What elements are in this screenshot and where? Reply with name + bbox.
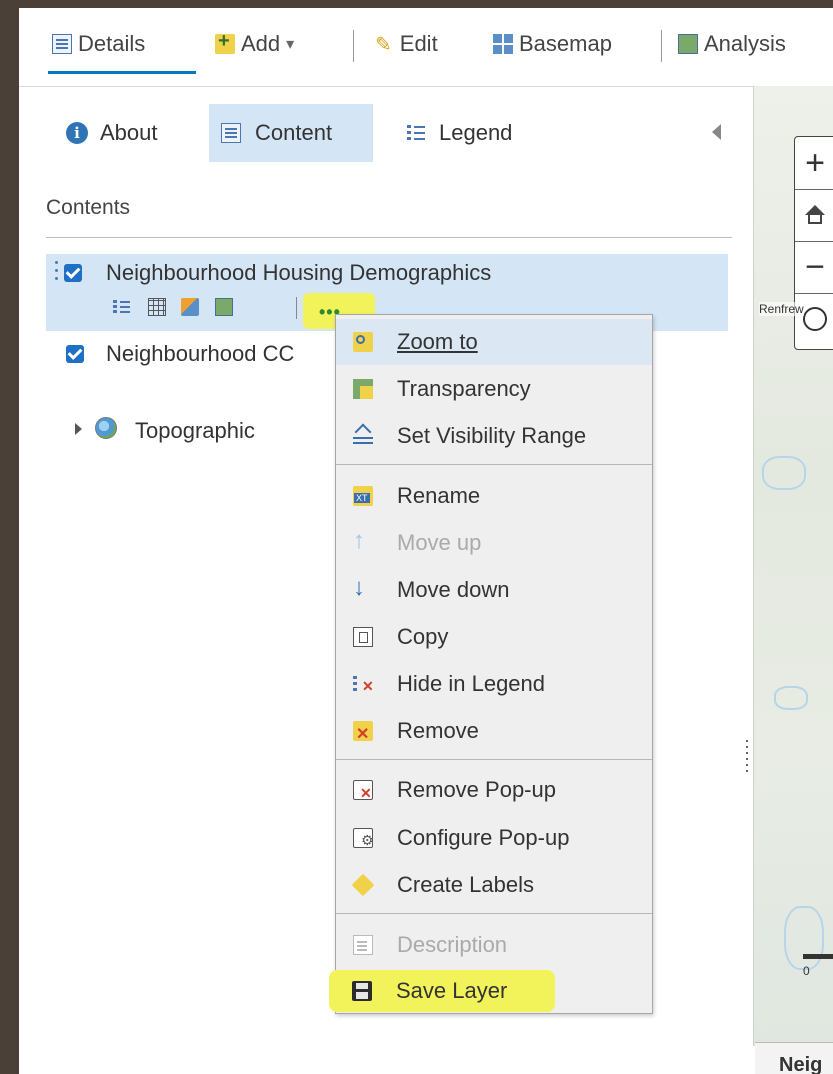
menu-item-visibility-range[interactable]: Set Visibility Range xyxy=(336,413,652,459)
tab-content-label: Content xyxy=(255,120,333,145)
tab-legend-label: Legend xyxy=(439,120,513,145)
add-label: Add xyxy=(241,31,281,56)
details-label: Details xyxy=(78,31,146,56)
zoom-to-icon xyxy=(353,332,373,352)
zoom-out-button[interactable]: − xyxy=(795,241,833,294)
home-button[interactable] xyxy=(795,189,833,242)
map-water xyxy=(784,906,824,970)
zoom-in-button[interactable]: + xyxy=(795,137,833,190)
globe-icon xyxy=(95,417,117,439)
tab-content[interactable]: Content xyxy=(209,104,373,162)
add-icon xyxy=(215,30,235,54)
basemap-name[interactable]: Topographic xyxy=(135,418,255,444)
menu-item-move-up: Move up xyxy=(336,520,652,566)
menu-item-configure-popup[interactable]: Configure Pop-up xyxy=(336,815,652,861)
transparency-icon xyxy=(353,379,373,399)
map-water xyxy=(774,686,808,710)
remove-popup-icon xyxy=(353,780,373,802)
contents-heading: Contents xyxy=(46,196,131,219)
content-icon xyxy=(221,123,241,143)
create-labels-icon xyxy=(351,873,375,897)
menu-item-create-labels[interactable]: Create Labels xyxy=(336,862,652,908)
menu-item-copy[interactable]: Copy xyxy=(336,614,652,660)
scale-bar xyxy=(803,954,833,959)
menu-item-rename[interactable]: Rename xyxy=(336,473,652,519)
move-down-icon xyxy=(353,574,373,602)
tab-legend[interactable]: Legend xyxy=(407,104,512,162)
menu-item-save-layer[interactable]: Save Layer xyxy=(335,968,651,1014)
toolbar-divider xyxy=(661,30,662,62)
tab-about-label: About xyxy=(100,120,158,145)
menu-item-transparency[interactable]: Transparency xyxy=(336,366,652,412)
perform-analysis-icon[interactable] xyxy=(215,298,233,316)
tool-divider xyxy=(296,297,297,319)
menu-item-remove-popup[interactable]: Remove Pop-up xyxy=(336,767,652,813)
locate-button[interactable] xyxy=(795,293,833,345)
change-style-icon[interactable] xyxy=(181,298,199,316)
remove-icon xyxy=(353,721,373,744)
menu-item-hide-in-legend[interactable]: Hide in Legend xyxy=(336,661,652,707)
map-water xyxy=(762,456,806,490)
chevron-down-icon: ▾ xyxy=(286,36,295,53)
attribute-table-title: Neig xyxy=(779,1054,823,1074)
basemap-label: Basemap xyxy=(519,31,612,56)
move-up-icon xyxy=(353,527,373,555)
layer-visibility-checkbox[interactable] xyxy=(64,264,82,282)
basemap-icon xyxy=(493,34,513,54)
menu-item-description: Description xyxy=(336,922,652,968)
menu-item-zoom-to[interactable]: Zoom to xyxy=(336,319,652,365)
panel-tabs: i About Content Legend xyxy=(19,104,739,164)
show-table-icon[interactable] xyxy=(148,298,166,316)
menu-divider xyxy=(336,759,652,760)
analysis-label: Analysis xyxy=(704,31,786,56)
edit-label: Edit xyxy=(399,31,438,56)
layer-name[interactable]: Neighbourhood Housing Demographics xyxy=(106,260,491,286)
layer-name[interactable]: Neighbourhood CC xyxy=(106,341,334,367)
toolbar-divider xyxy=(353,30,354,62)
collapse-panel-icon[interactable] xyxy=(712,124,721,140)
copy-icon xyxy=(353,627,373,647)
add-button[interactable]: Add ▾ xyxy=(215,28,294,60)
drag-handle-icon[interactable] xyxy=(55,261,59,287)
rename-icon xyxy=(353,486,373,506)
menu-divider xyxy=(336,913,652,914)
show-legend-icon[interactable] xyxy=(113,298,131,316)
legend-icon xyxy=(407,123,425,143)
scale-label: 0 xyxy=(803,964,810,978)
pencil-icon: ✎ xyxy=(375,33,392,56)
map-place-label: Renfrew xyxy=(759,302,804,316)
analysis-icon xyxy=(678,34,698,54)
description-icon xyxy=(353,935,373,955)
tab-about[interactable]: i About xyxy=(66,104,158,162)
expand-arrow-icon[interactable] xyxy=(75,423,82,435)
layer-context-menu: Zoom to Transparency Set Visibility Rang… xyxy=(335,314,653,1014)
map-navigation-controls: + − xyxy=(794,136,833,350)
details-icon xyxy=(52,34,72,54)
top-toolbar: Details Add ▾ ✎ Edit Basemap Analysis xyxy=(19,8,833,87)
basemap-button[interactable]: Basemap xyxy=(493,28,612,60)
home-icon xyxy=(804,205,826,225)
details-button[interactable]: Details xyxy=(52,28,145,60)
menu-item-move-down[interactable]: Move down xyxy=(336,567,652,613)
hide-legend-icon xyxy=(353,674,374,695)
layer-visibility-checkbox[interactable] xyxy=(66,345,84,363)
menu-item-remove[interactable]: Remove xyxy=(336,708,652,754)
configure-popup-icon xyxy=(353,828,374,849)
menu-divider xyxy=(336,464,652,465)
info-icon: i xyxy=(66,122,88,144)
panel-resize-handle[interactable] xyxy=(746,740,749,776)
active-tab-indicator xyxy=(48,71,196,74)
app-window: Details Add ▾ ✎ Edit Basemap Analysis i … xyxy=(19,8,833,1074)
edit-button[interactable]: ✎ Edit xyxy=(375,28,438,60)
locate-icon xyxy=(803,307,827,331)
save-layer-icon xyxy=(352,981,372,1001)
visibility-range-icon xyxy=(353,426,373,446)
analysis-button[interactable]: Analysis xyxy=(678,28,786,60)
contents-divider xyxy=(46,237,732,238)
